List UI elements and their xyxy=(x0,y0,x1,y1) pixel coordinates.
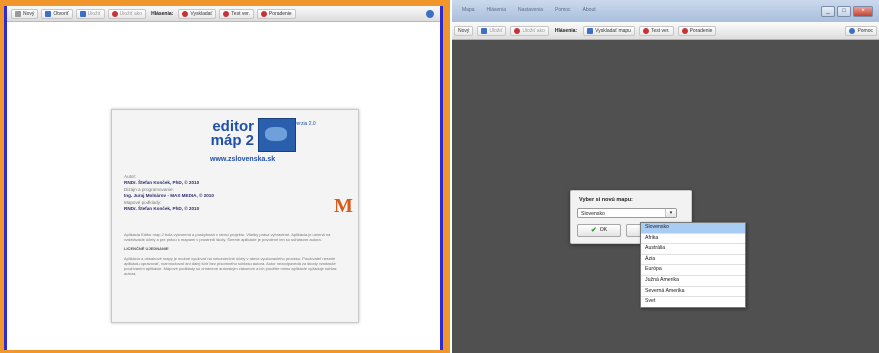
save-icon xyxy=(481,27,488,34)
left-toolbar-open-button[interactable]: Otvoriť xyxy=(41,8,73,19)
menu-item[interactable]: Nastavenia xyxy=(518,7,543,13)
license-heading: LICENČNÉ UJEDNANIE xyxy=(124,246,169,252)
right-toolbar-save-button[interactable]: Uložiť xyxy=(477,25,507,36)
menu-item[interactable]: Hlásenia xyxy=(487,7,506,13)
ok-button[interactable]: ✔ OK xyxy=(577,224,621,237)
menu-item[interactable]: Mapa xyxy=(462,7,475,13)
left-toolbar-section-label: Hlásenia: xyxy=(151,10,174,17)
pieces-icon xyxy=(182,10,189,17)
right-toolbar-pieces-button[interactable]: Vyskladať mapu xyxy=(583,25,635,36)
left-window-frame: Nový Otvoriť Uložiť Uložiť ako Hlásenia:… xyxy=(0,0,450,353)
publisher-logo: M xyxy=(334,195,353,217)
map-dropdown-list: Slovensko Afrika Austrália Ázia Európa J… xyxy=(640,222,746,308)
license-paragraph: Aplikáciu a obsahové mapy je možné využí… xyxy=(124,255,337,277)
open-icon xyxy=(45,10,52,17)
version-label: verzia 2.0 xyxy=(294,121,316,127)
test-icon xyxy=(642,27,649,34)
right-toolbar-save-as-button[interactable]: Uložiť ako xyxy=(510,25,549,36)
left-toolbar-save-as-button[interactable]: Uložiť ako xyxy=(107,8,147,19)
menu-bar: Mapa Hlásenia Nastavenia Pomoc About xyxy=(452,7,596,13)
about-paragraph: Aplikácia Editor máp 2 bola vytvorená a … xyxy=(124,232,331,243)
right-toolbar-new-button[interactable]: Nový xyxy=(454,25,474,36)
menu-item[interactable]: About xyxy=(583,7,596,13)
right-toolbar-rank-button[interactable]: Poradenie xyxy=(677,25,717,36)
save-as-icon xyxy=(111,10,118,17)
minimize-button[interactable]: _ xyxy=(821,6,835,17)
new-icon xyxy=(15,10,21,17)
pieces-icon xyxy=(587,27,594,34)
dropdown-option[interactable]: Južná Amerika xyxy=(641,276,745,287)
website-label: www.zslovenska.sk xyxy=(210,156,276,163)
right-window: Mapa Hlásenia Nastavenia Pomoc About _ □… xyxy=(452,0,879,353)
dropdown-option[interactable]: Európa xyxy=(641,265,745,276)
chevron-down-icon[interactable]: ▾ xyxy=(665,209,676,217)
about-dialog: editor máp 2 verzia 2.0 www.zslovenska.s… xyxy=(111,109,359,323)
test-icon xyxy=(223,10,230,17)
help-icon xyxy=(849,27,856,34)
map-select[interactable]: Slovensko ▾ xyxy=(577,208,677,218)
dropdown-option[interactable]: Ázia xyxy=(641,255,745,266)
credit-value: RNDr. Štefan Konček, PhD, © 2010 xyxy=(124,206,200,212)
dropdown-option[interactable]: Afrika xyxy=(641,234,745,245)
left-help-icon[interactable] xyxy=(426,10,434,18)
left-toolbar-save-button[interactable]: Uložiť xyxy=(75,8,105,19)
dialog-title: Vyber si novú mapu: xyxy=(579,197,633,203)
maximize-button[interactable]: □ xyxy=(837,6,851,17)
left-toolbar-rank-button[interactable]: Poradenie xyxy=(256,8,296,19)
left-toolbar-new-button[interactable]: Nový xyxy=(11,8,39,19)
menu-item[interactable]: Pomoc xyxy=(555,7,571,13)
checkmark-icon: ✔ xyxy=(590,227,597,234)
left-toolbar: Nový Otvoriť Uložiť Uložiť ako Hlásenia:… xyxy=(7,6,440,22)
left-window-content: Nový Otvoriť Uložiť Uložiť ako Hlásenia:… xyxy=(4,6,443,350)
app-logo-title: editor máp 2 xyxy=(194,119,254,149)
window-controls: _ □ × xyxy=(821,6,873,17)
dropdown-option[interactable]: Slovensko xyxy=(641,223,745,234)
rank-icon xyxy=(681,27,688,34)
save-icon xyxy=(79,10,86,17)
right-toolbar: Nový Uložiť Uložiť ako Hlásenia: Vysklad… xyxy=(452,22,879,40)
logo-line2: máp 2 xyxy=(210,132,254,149)
dropdown-option[interactable]: Svet xyxy=(641,297,745,307)
credits-block: Autor: RNDr. Štefan Konček, PhD, © 2010 … xyxy=(124,174,274,212)
world-map-logo-icon xyxy=(258,118,296,152)
close-button[interactable]: × xyxy=(853,6,873,17)
left-toolbar-test-button[interactable]: Test ver. xyxy=(219,8,254,19)
left-toolbar-pieces-button[interactable]: Vyskladať xyxy=(178,8,217,19)
right-toolbar-test-button[interactable]: Test ver. xyxy=(638,25,674,36)
dropdown-option[interactable]: Severná Amerika xyxy=(641,287,745,298)
dropdown-option[interactable]: Austrália xyxy=(641,244,745,255)
license-text: Aplikácia Editor máp 2 bola vytvorená a … xyxy=(124,232,348,280)
map-select-value: Slovensko xyxy=(581,211,605,217)
save-as-icon xyxy=(514,27,521,34)
help-button[interactable]: Pomoc xyxy=(845,25,877,36)
rank-icon xyxy=(260,10,267,17)
right-toolbar-section-label: Hlásenia: xyxy=(554,27,578,34)
window-titlebar: Mapa Hlásenia Nastavenia Pomoc About _ □… xyxy=(452,0,879,22)
